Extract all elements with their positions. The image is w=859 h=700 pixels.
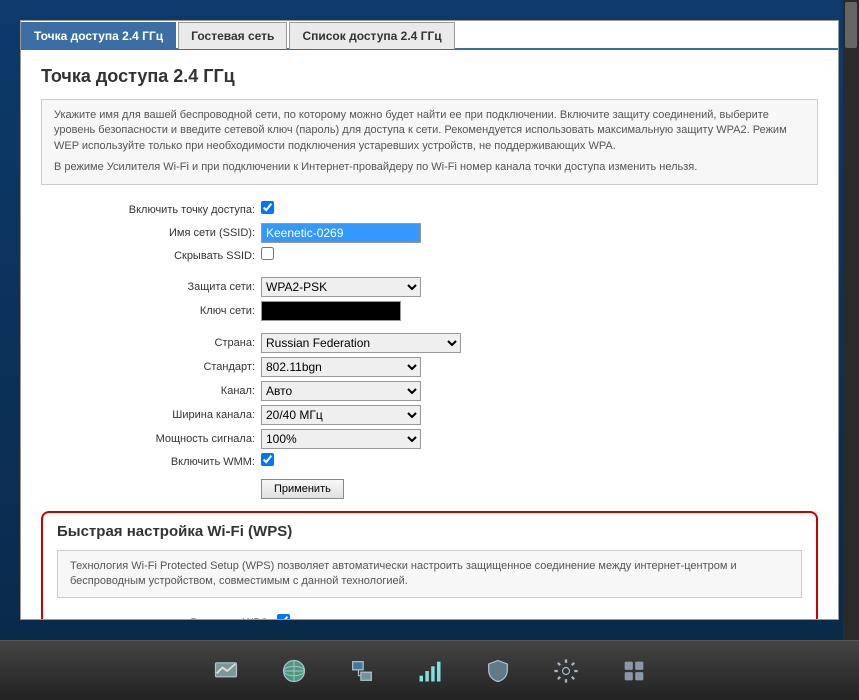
label-width: Ширина канала: bbox=[41, 409, 261, 421]
select-channel-width[interactable]: 20/40 МГц bbox=[261, 405, 421, 425]
apply-button[interactable]: Применить bbox=[261, 479, 344, 499]
globe-icon[interactable] bbox=[278, 655, 310, 687]
select-security[interactable]: WPA2-PSK bbox=[261, 277, 421, 297]
label-ssid: Имя сети (SSID): bbox=[41, 227, 261, 239]
main-panel: Точка доступа 2.4 ГГц Гостевая сеть Спис… bbox=[20, 20, 839, 620]
bottom-nav bbox=[0, 640, 859, 700]
monitor-icon[interactable] bbox=[210, 655, 242, 687]
wifi-bars-icon[interactable] bbox=[414, 655, 446, 687]
label-hide-ssid: Скрывать SSID: bbox=[41, 250, 261, 262]
label-country: Страна: bbox=[41, 337, 261, 349]
scrollbar-track[interactable] bbox=[843, 0, 859, 700]
checkbox-enable-ap[interactable] bbox=[261, 201, 274, 214]
description-box: Укажите имя для вашей беспроводной сети,… bbox=[41, 99, 818, 185]
input-network-key[interactable] bbox=[261, 301, 401, 321]
checkbox-enable-wmm[interactable] bbox=[261, 453, 274, 466]
gear-icon[interactable] bbox=[550, 655, 582, 687]
tab-acl-24ghz[interactable]: Список доступа 2.4 ГГц bbox=[289, 22, 454, 49]
scrollbar-thumb[interactable] bbox=[845, 2, 857, 48]
select-standard[interactable]: 802.11bgn bbox=[261, 357, 421, 377]
label-channel: Канал: bbox=[41, 385, 261, 397]
checkbox-enable-wps[interactable] bbox=[277, 614, 290, 620]
label-power: Мощность сигнала: bbox=[41, 433, 261, 445]
wps-description-text: Технология Wi-Fi Protected Setup (WPS) п… bbox=[70, 559, 789, 590]
wps-section: Быстрая настройка Wi-Fi (WPS) Технология… bbox=[41, 511, 818, 620]
wps-description-box: Технология Wi-Fi Protected Setup (WPS) п… bbox=[57, 550, 802, 599]
apps-icon[interactable] bbox=[618, 655, 650, 687]
page-title: Точка доступа 2.4 ГГц bbox=[41, 66, 818, 87]
input-ssid[interactable] bbox=[261, 223, 421, 243]
label-standard: Стандарт: bbox=[41, 361, 261, 373]
label-enable-wps: Включить WPS: bbox=[57, 617, 277, 620]
label-key: Ключ сети: bbox=[41, 305, 261, 317]
description-text-1: Укажите имя для вашей беспроводной сети,… bbox=[54, 108, 805, 154]
wps-title: Быстрая настройка Wi-Fi (WPS) bbox=[57, 523, 802, 540]
network-icon[interactable] bbox=[346, 655, 378, 687]
select-signal-power[interactable]: 100% bbox=[261, 429, 421, 449]
tab-guest-network[interactable]: Гостевая сеть bbox=[178, 22, 287, 49]
shield-icon[interactable] bbox=[482, 655, 514, 687]
label-security: Защита сети: bbox=[41, 281, 261, 293]
tabs-bar: Точка доступа 2.4 ГГц Гостевая сеть Спис… bbox=[21, 21, 838, 50]
checkbox-hide-ssid[interactable] bbox=[261, 247, 274, 260]
tab-ap-24ghz[interactable]: Точка доступа 2.4 ГГц bbox=[21, 22, 176, 49]
label-wmm: Включить WMM: bbox=[41, 456, 261, 468]
select-country[interactable]: Russian Federation bbox=[261, 333, 461, 353]
description-text-2: В режиме Усилителя Wi-Fi и при подключен… bbox=[54, 160, 805, 175]
select-channel[interactable]: Авто bbox=[261, 381, 421, 401]
label-enable-ap: Включить точку доступа: bbox=[41, 204, 261, 216]
